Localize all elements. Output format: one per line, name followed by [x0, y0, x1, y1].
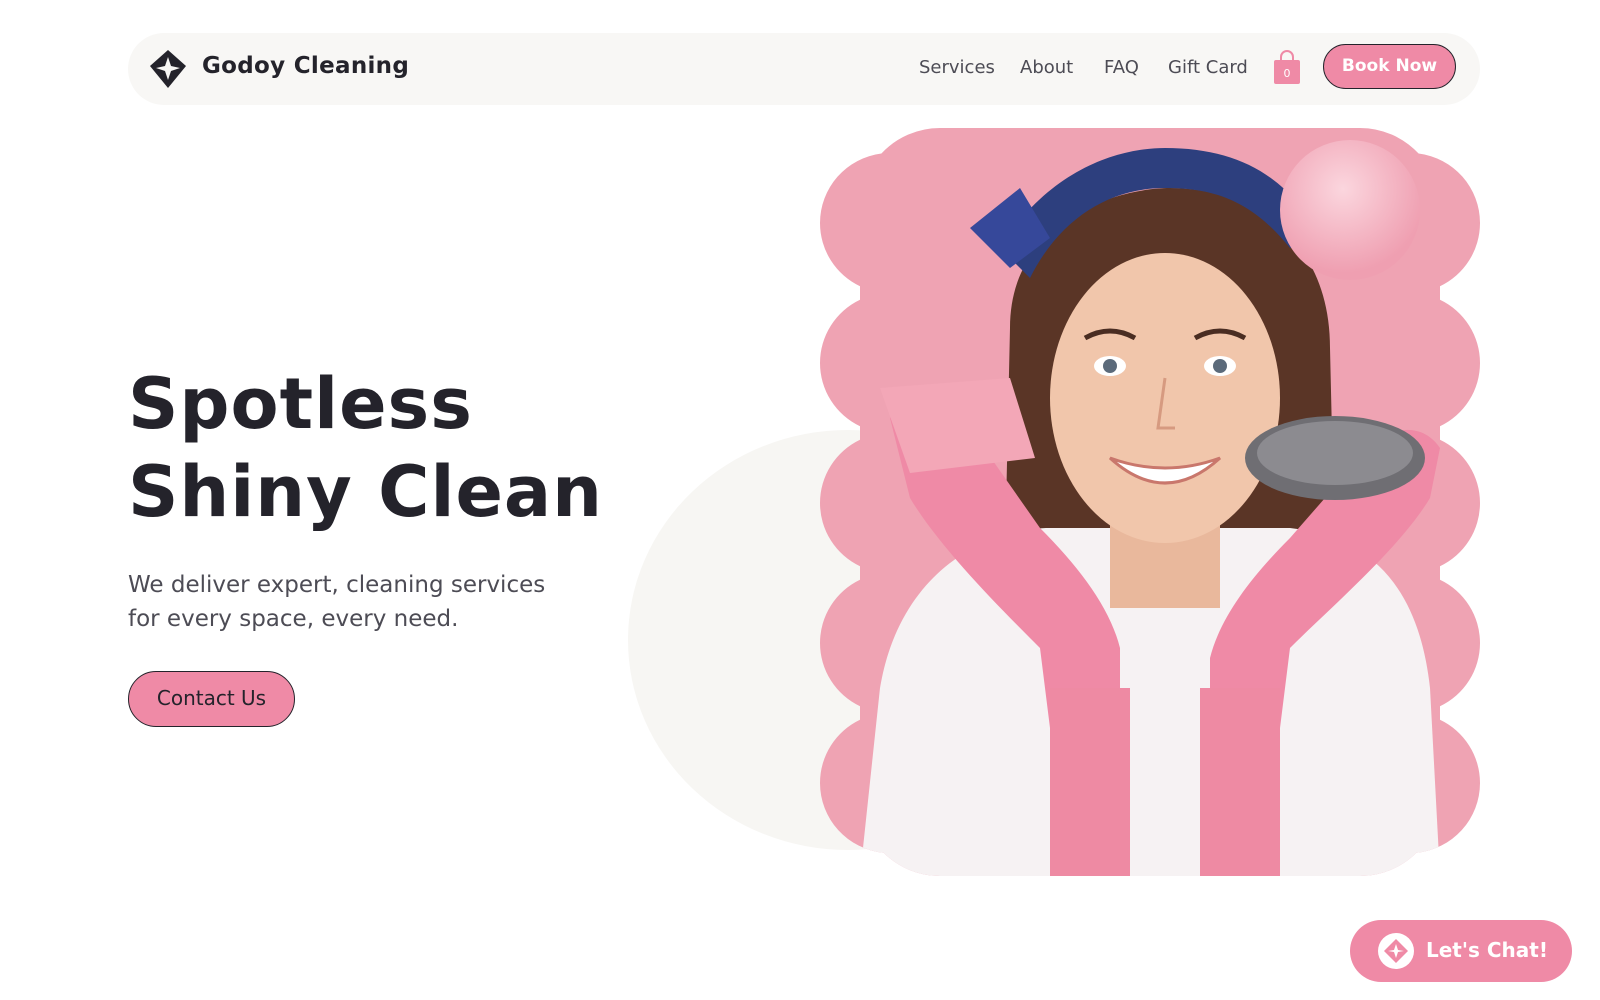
nav-gift-card[interactable]: Gift Card — [1168, 57, 1248, 78]
nav-services[interactable]: Services — [919, 57, 995, 78]
site-header: Godoy Cleaning Services About FAQ Gift C… — [128, 33, 1480, 105]
cart-button[interactable]: 0 — [1272, 49, 1302, 85]
book-now-button[interactable]: Book Now — [1323, 44, 1456, 89]
hero-title-line-2: Shiny Clean — [128, 451, 603, 533]
hero-title-line-1: Spotless — [128, 363, 473, 445]
hero-subtitle-line-2: for every space, every need. — [128, 606, 459, 632]
hero-title: Spotless Shiny Clean — [128, 360, 603, 536]
chat-logo-icon — [1378, 933, 1414, 969]
hero-image — [820, 128, 1480, 876]
cart-count: 0 — [1283, 67, 1291, 80]
hero-subtitle-line-1: We deliver expert, cleaning services — [128, 572, 546, 598]
brand-name[interactable]: Godoy Cleaning — [202, 53, 409, 79]
chat-button[interactable]: Let's Chat! — [1350, 920, 1572, 982]
nav-about[interactable]: About — [1020, 57, 1073, 78]
hero-subtitle: We deliver expert, cleaning services for… — [128, 568, 588, 636]
nav-faq[interactable]: FAQ — [1104, 57, 1139, 78]
diamond-star-logo-icon[interactable] — [148, 48, 188, 90]
chat-label: Let's Chat! — [1426, 938, 1548, 962]
contact-us-button[interactable]: Contact Us — [128, 671, 295, 727]
